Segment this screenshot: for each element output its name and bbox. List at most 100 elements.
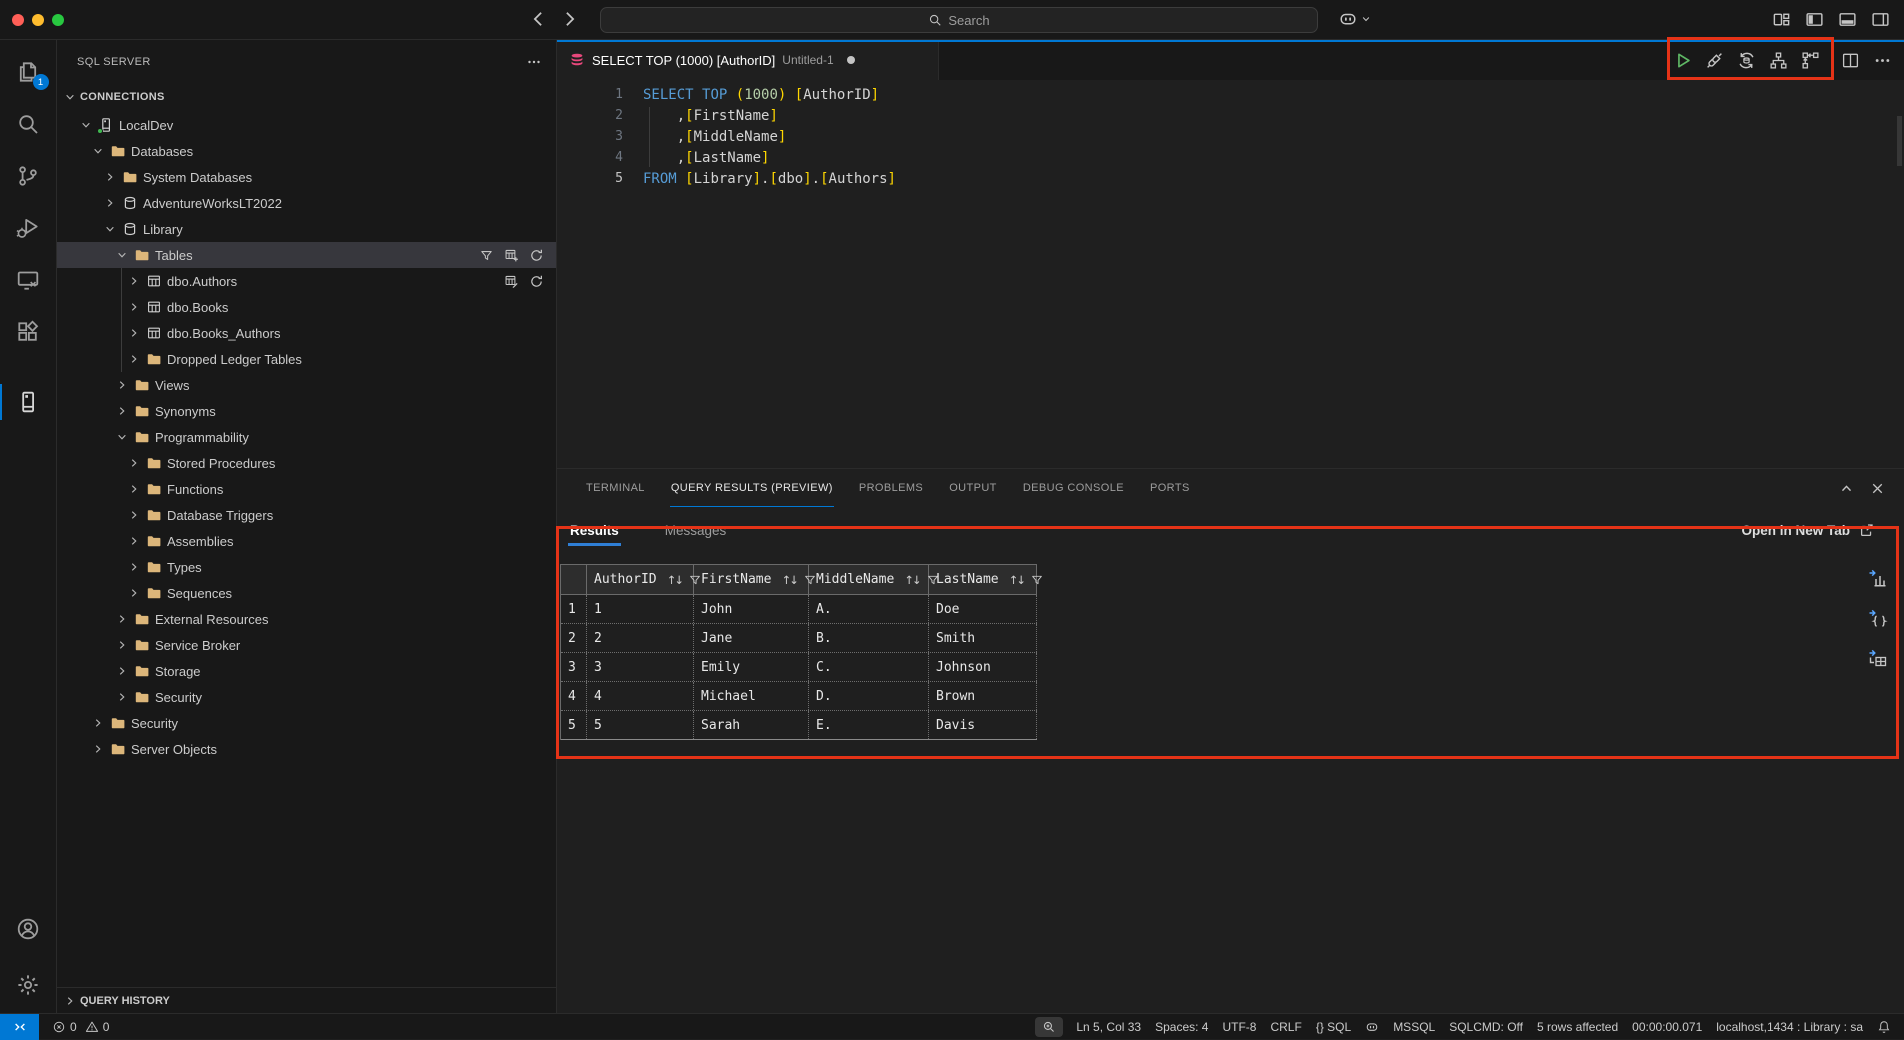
- tree-item-system-databases[interactable]: System Databases: [57, 164, 556, 190]
- tree-item-assemblies[interactable]: Assemblies: [57, 528, 556, 554]
- save-as-csv-icon[interactable]: [1868, 648, 1888, 668]
- tree-item-library[interactable]: Library: [57, 216, 556, 242]
- refresh-icon[interactable]: [529, 248, 544, 263]
- tree-item-programmability[interactable]: Programmability: [57, 424, 556, 450]
- modified-dot-icon[interactable]: [847, 56, 855, 64]
- problems-status[interactable]: 0 0: [52, 1020, 109, 1034]
- estimated-plan-button[interactable]: [1769, 51, 1788, 70]
- tree-item-storage[interactable]: Storage: [57, 658, 556, 684]
- zoom-status-button[interactable]: [1035, 1017, 1063, 1037]
- tree-item-tables[interactable]: Tables: [57, 242, 556, 268]
- tree-item-external-resources[interactable]: External Resources: [57, 606, 556, 632]
- new-table-icon[interactable]: [504, 248, 519, 263]
- customize-layout-icon[interactable]: [1772, 10, 1791, 29]
- notifications-bell[interactable]: [1877, 1020, 1891, 1034]
- source-control-activity-button[interactable]: [0, 150, 57, 202]
- more-actions-icon[interactable]: [1873, 51, 1892, 70]
- connection-status[interactable]: localhost,1434 : Library : sa: [1716, 1020, 1863, 1034]
- maximize-window-button[interactable]: [52, 14, 64, 26]
- forward-arrow-icon[interactable]: [560, 9, 580, 29]
- close-panel-icon[interactable]: [1869, 480, 1886, 497]
- tab-query-results[interactable]: QUERY RESULTS (PREVIEW): [670, 469, 834, 507]
- open-in-new-tab-button[interactable]: Open in New Tab: [1741, 522, 1875, 539]
- tree-item-views[interactable]: Views: [57, 372, 556, 398]
- tree-item-dbo-books-authors[interactable]: dbo.Books_Authors: [57, 320, 556, 346]
- explorer-activity-button[interactable]: 1: [0, 46, 57, 98]
- tab-results[interactable]: Results: [568, 517, 621, 544]
- command-center-search[interactable]: Search: [600, 7, 1318, 33]
- editor-tab-untitled-1[interactable]: SELECT TOP (1000) [AuthorID] Untitled-1: [557, 40, 939, 80]
- tab-output[interactable]: OUTPUT: [948, 469, 998, 507]
- toggle-sidebar-left-icon[interactable]: [1805, 10, 1824, 29]
- connections-section-header[interactable]: CONNECTIONS: [57, 84, 556, 110]
- mssql-status[interactable]: MSSQL: [1393, 1020, 1435, 1034]
- toggle-sidebar-right-icon[interactable]: [1871, 10, 1890, 29]
- tree-item-stored-procedures[interactable]: Stored Procedures: [57, 450, 556, 476]
- actual-plan-button[interactable]: [1801, 51, 1820, 70]
- language-mode-status[interactable]: {} SQL: [1316, 1020, 1351, 1034]
- query-time-status[interactable]: 00:00:00.071: [1632, 1020, 1702, 1034]
- tree-item-server-objects[interactable]: Server Objects: [57, 736, 556, 762]
- tree-item-dropped-ledger-tables[interactable]: Dropped Ledger Tables: [57, 346, 556, 372]
- tree-item-synonyms[interactable]: Synonyms: [57, 398, 556, 424]
- change-connection-button[interactable]: [1737, 51, 1756, 70]
- tree-item-localdev[interactable]: LocalDev: [57, 112, 556, 138]
- split-editor-button[interactable]: [1841, 51, 1860, 70]
- close-window-button[interactable]: [12, 14, 24, 26]
- run-debug-activity-button[interactable]: [0, 202, 57, 254]
- query-history-section-header[interactable]: QUERY HISTORY: [57, 987, 556, 1013]
- sqlcmd-status[interactable]: SQLCMD: Off: [1449, 1020, 1523, 1034]
- tab-messages[interactable]: Messages: [663, 517, 729, 544]
- remote-explorer-activity-button[interactable]: [0, 254, 57, 306]
- tree-item-security-db[interactable]: Security: [57, 684, 556, 710]
- sort-icon[interactable]: ↑↓: [1009, 573, 1024, 587]
- settings-button[interactable]: [0, 959, 57, 1011]
- tree-item-databases[interactable]: Databases: [57, 138, 556, 164]
- remote-indicator[interactable]: [0, 1014, 39, 1040]
- search-activity-button[interactable]: [0, 98, 57, 150]
- tree-item-functions[interactable]: Functions: [57, 476, 556, 502]
- minimize-window-button[interactable]: [32, 14, 44, 26]
- disconnect-button[interactable]: [1705, 51, 1724, 70]
- tree-item-dbo-authors[interactable]: dbo.Authors: [57, 268, 556, 294]
- tree-item-dbo-books[interactable]: dbo.Books: [57, 294, 556, 320]
- column-header-authorid[interactable]: AuthorID↑↓: [587, 565, 694, 594]
- indentation-status[interactable]: Spaces: 4: [1155, 1020, 1208, 1034]
- toggle-panel-icon[interactable]: [1838, 10, 1857, 29]
- run-query-button[interactable]: [1673, 51, 1692, 70]
- tree-item-database-triggers[interactable]: Database Triggers: [57, 502, 556, 528]
- edit-table-icon[interactable]: [504, 274, 519, 289]
- refresh-icon[interactable]: [529, 274, 544, 289]
- tree-item-adventureworkslt2022[interactable]: AdventureWorksLT2022: [57, 190, 556, 216]
- chevron-up-icon[interactable]: [1838, 480, 1855, 497]
- show-chart-icon[interactable]: [1868, 568, 1888, 588]
- sql-server-activity-button[interactable]: [0, 376, 57, 428]
- tree-item-sequences[interactable]: Sequences: [57, 580, 556, 606]
- filter-icon[interactable]: [1030, 573, 1044, 587]
- sort-icon[interactable]: ↑↓: [667, 573, 682, 587]
- column-header-middlename[interactable]: MiddleName↑↓: [809, 565, 929, 594]
- code-editor[interactable]: 1 SELECT TOP (1000) [AuthorID] 2 ,[First…: [557, 80, 1904, 468]
- column-header-lastname[interactable]: LastName↑↓: [929, 565, 1037, 594]
- sort-icon[interactable]: ↑↓: [781, 573, 796, 587]
- filter-icon[interactable]: [479, 248, 494, 263]
- tree-item-types[interactable]: Types: [57, 554, 556, 580]
- copilot-menu[interactable]: [1338, 9, 1372, 29]
- tab-problems[interactable]: PROBLEMS: [858, 469, 924, 507]
- back-arrow-icon[interactable]: [528, 9, 548, 29]
- tree-item-security-server[interactable]: Security: [57, 710, 556, 736]
- tab-debug-console[interactable]: DEBUG CONSOLE: [1022, 469, 1125, 507]
- save-as-json-icon[interactable]: [1868, 608, 1888, 628]
- more-actions-icon[interactable]: [526, 54, 542, 70]
- tab-terminal[interactable]: TERMINAL: [585, 469, 646, 507]
- editor-scrollbar[interactable]: [1897, 116, 1902, 166]
- extensions-activity-button[interactable]: [0, 306, 57, 358]
- sort-icon[interactable]: ↑↓: [904, 573, 919, 587]
- cursor-position-status[interactable]: Ln 5, Col 33: [1076, 1020, 1141, 1034]
- tab-ports[interactable]: PORTS: [1149, 469, 1191, 507]
- copilot-status[interactable]: [1365, 1020, 1379, 1034]
- eol-status[interactable]: CRLF: [1270, 1020, 1301, 1034]
- accounts-button[interactable]: [0, 903, 57, 955]
- column-header-firstname[interactable]: FirstName↑↓: [694, 565, 809, 594]
- encoding-status[interactable]: UTF-8: [1222, 1020, 1256, 1034]
